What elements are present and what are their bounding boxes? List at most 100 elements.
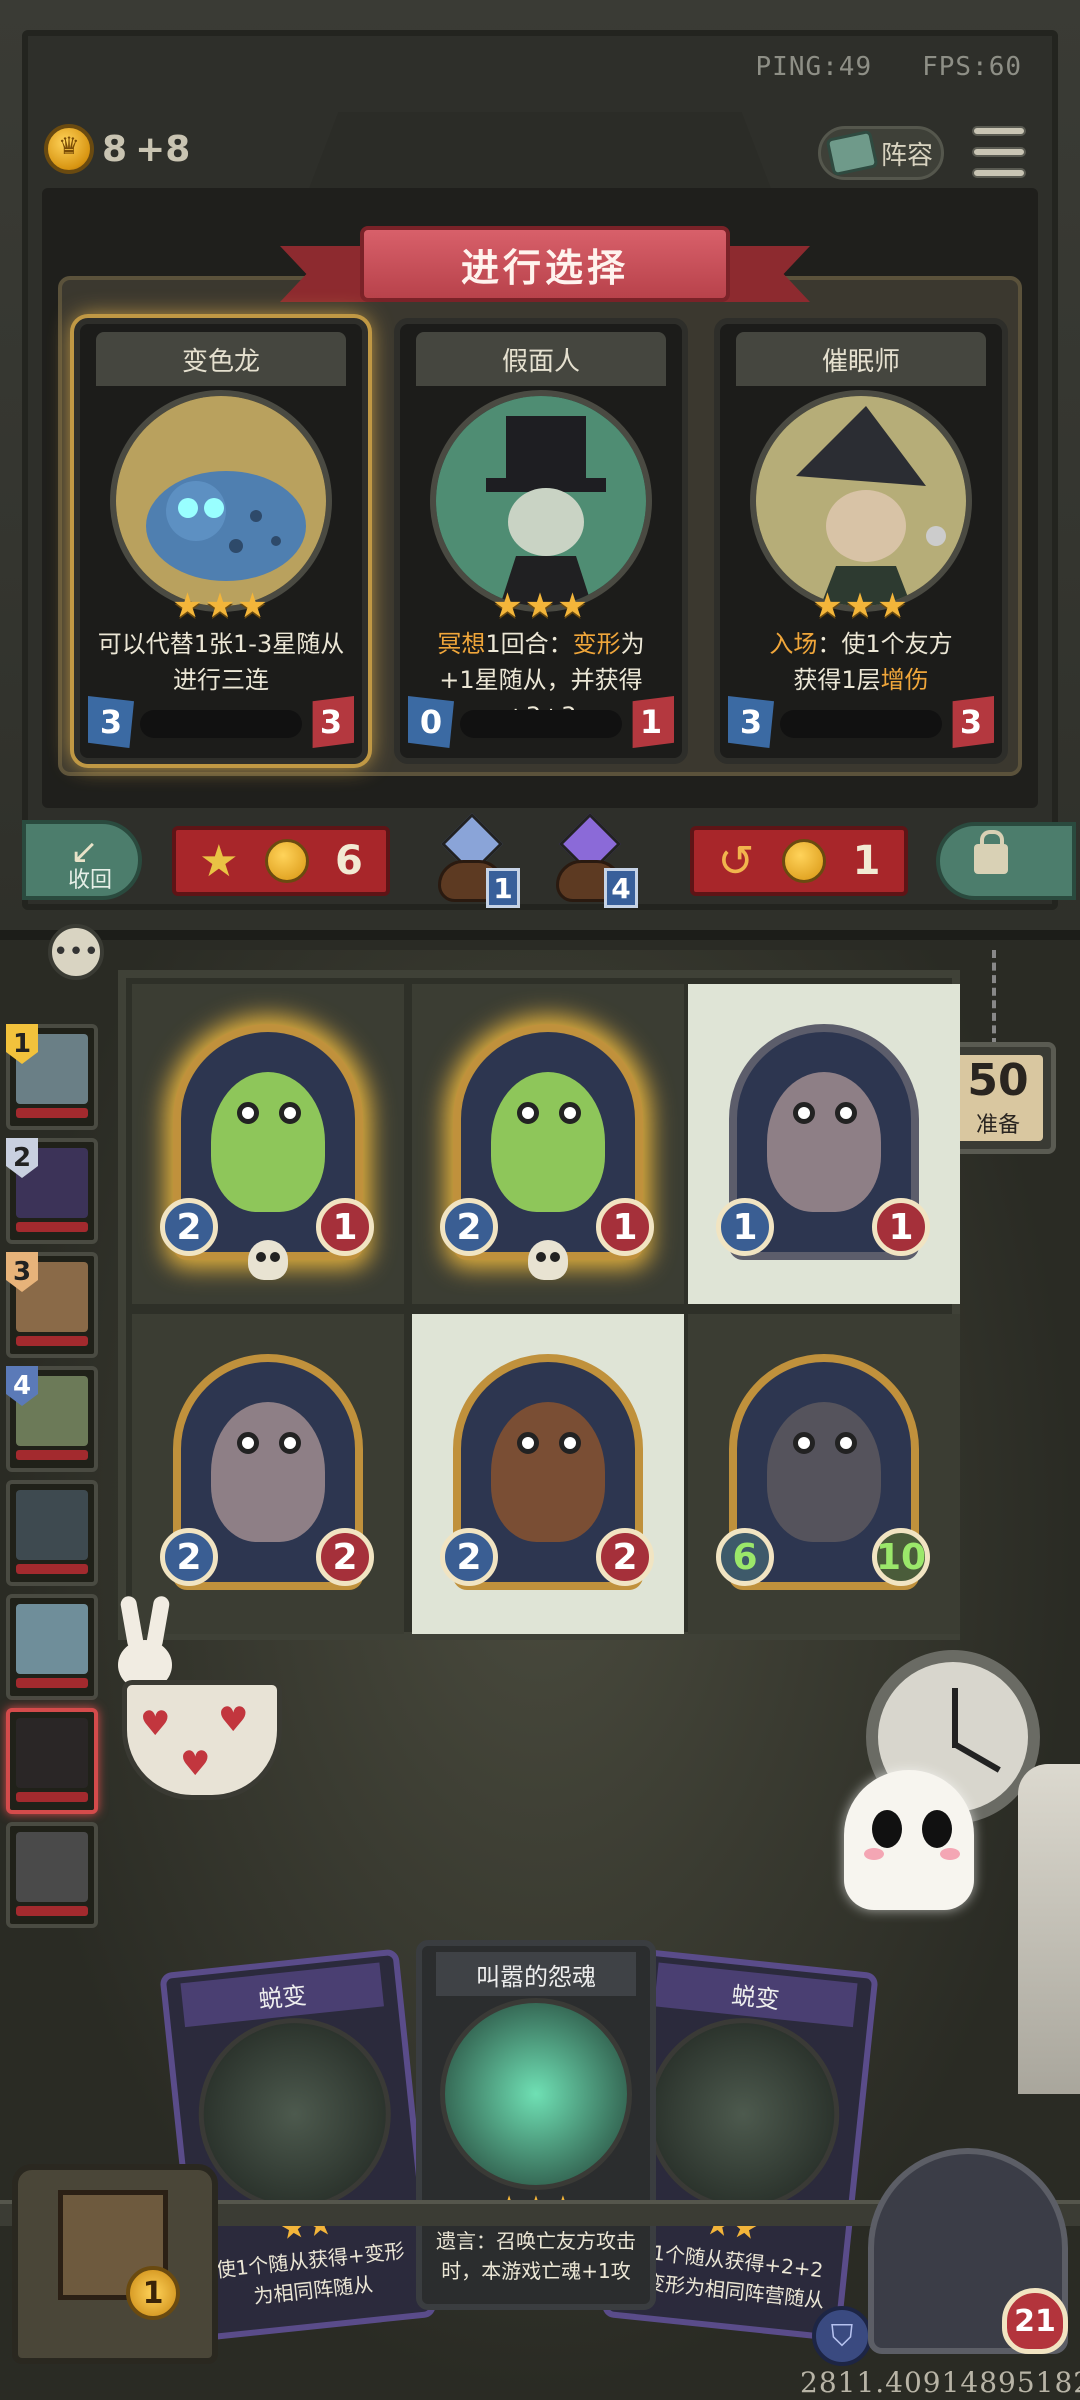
offer-card-chameleon[interactable]: 变色龙 ★★★ 可以代替1张1-3星随从进行三连 3 3 (74, 318, 368, 764)
chat-bubble-icon: ••• (52, 937, 99, 967)
cocoon-portrait (637, 2008, 849, 2220)
card-name: 叫嚣的怨魂 (436, 1952, 636, 1996)
avatar (16, 1718, 88, 1788)
player-slot[interactable] (6, 1594, 98, 1700)
card-attack: 0 (408, 696, 454, 748)
minion-health: 1 (596, 1198, 654, 1256)
lock-shop-button[interactable] (936, 822, 1076, 900)
hypnotist-portrait (750, 390, 972, 612)
board-slot[interactable]: 6 10 (688, 1314, 960, 1634)
minion-health: 2 (316, 1528, 374, 1586)
network-stats: PING:49 FPS:60 (756, 52, 1022, 82)
coin-icon (781, 839, 826, 883)
coordinate-readout: 2811.40914895182 (800, 2366, 1080, 2399)
coin-icon (264, 839, 309, 883)
card-name: 假面人 (416, 332, 666, 386)
card-stars: ★★★ (812, 586, 910, 626)
treasury-button[interactable]: 1 (12, 2164, 218, 2364)
minion-attack: 2 (440, 1528, 498, 1586)
board-slot[interactable]: 2 1 (412, 984, 684, 1304)
book-icon (825, 129, 879, 177)
card-name: 蜕变 (654, 1962, 858, 2028)
timer-label: 准备 (975, 1113, 1020, 1138)
minion-attack: 2 (160, 1528, 218, 1586)
timer-seconds: 50 (967, 1055, 1029, 1106)
card-name: 变色龙 (96, 332, 346, 386)
player-list: 1 2 3 4 (0, 1024, 104, 1928)
player-slot[interactable]: 3 (6, 1252, 98, 1358)
card-attack: 3 (728, 696, 774, 748)
purple-gem-bag[interactable]: 4 (550, 812, 650, 910)
avatar (16, 1832, 88, 1902)
refresh-button[interactable]: ↺ 1 (690, 826, 908, 896)
lineup-label: 阵容 (881, 140, 934, 171)
skull-icon (528, 1240, 568, 1280)
card-stars: ★★★ (172, 586, 270, 626)
masked-man-portrait (430, 390, 652, 612)
upgrade-cost: 6 (335, 838, 363, 884)
teacup-decoration: ♥ ♥ ♥ (122, 1680, 302, 1820)
fps-readout: FPS:60 (922, 52, 1022, 82)
shop-action-row: ↙ 收回 ★ 6 1 4 ↺ 1 (0, 812, 1080, 910)
card-health: 1 (632, 696, 674, 748)
minion-health: 2 (596, 1528, 654, 1586)
board-slot[interactable]: 1 1 (688, 984, 960, 1304)
spirit-portrait (440, 1998, 632, 2190)
offer-card-hypnotist[interactable]: 催眠师 ★★★ 入场：使1个友方 获得1层增伤 3 3 (714, 318, 1008, 764)
board-slot[interactable]: 2 2 (132, 1314, 404, 1634)
gold-income: +8 (135, 128, 191, 170)
minion-attack: 1 (716, 1198, 774, 1256)
refresh-icon: ↺ (717, 835, 755, 887)
minion-grid: 2 1 2 1 1 1 2 2 2 2 6 10 (118, 970, 960, 1640)
gold-coin-icon (44, 124, 94, 174)
recall-label: 收回 (68, 868, 113, 893)
player-slot[interactable] (6, 1822, 98, 1928)
player-slot[interactable]: 2 (6, 1138, 98, 1244)
offer-card-masked-man[interactable]: 假面人 ★★★ 冥想1回合：变形为 +1星随从，并获得+3+3 0 1 (394, 318, 688, 764)
card-attack: 3 (88, 696, 134, 748)
card-health: 3 (312, 696, 354, 748)
menu-icon[interactable] (972, 126, 1026, 178)
avatar (16, 1604, 88, 1674)
avatar (16, 1490, 88, 1560)
minion-attack: 2 (160, 1198, 218, 1256)
treasury-count: 1 (126, 2266, 180, 2320)
board-slot[interactable]: 2 1 (132, 984, 404, 1304)
shield-icon[interactable]: ⛉ (812, 2306, 872, 2366)
chain-decoration (992, 950, 1006, 1046)
minion-health: 10 (872, 1528, 930, 1586)
shop-panel: PING:49 FPS:60 8 +8 阵容 进行选择 变色龙 (0, 0, 1080, 940)
minion-health: 1 (316, 1198, 374, 1256)
purple-gem-count: 4 (604, 868, 638, 908)
cocoon-portrait (189, 2008, 401, 2220)
skull-icon (248, 1240, 288, 1280)
chat-button[interactable]: ••• (48, 924, 104, 980)
player-slot[interactable]: 4 (6, 1366, 98, 1472)
choose-title: 进行选择 (360, 226, 730, 302)
card-stars: ★★★ (492, 586, 590, 626)
player-slot-self[interactable] (6, 1708, 98, 1814)
board-slot[interactable]: 2 2 (412, 1314, 684, 1634)
refresh-cost: 1 (852, 838, 881, 884)
ghost-emote[interactable] (836, 1770, 982, 1916)
star-up-icon: ★ (199, 835, 239, 887)
choose-banner: 进行选择 (280, 226, 810, 310)
gold-amount: 8 (102, 128, 128, 170)
blue-gem-bag[interactable]: 1 (432, 812, 532, 910)
ping-readout: PING:49 (755, 52, 873, 82)
minion-health: 1 (872, 1198, 930, 1256)
card-health: 3 (952, 696, 994, 748)
player-slot[interactable]: 1 (6, 1024, 98, 1130)
chameleon-portrait (110, 390, 332, 612)
player-slot[interactable] (6, 1480, 98, 1586)
hero-portrait[interactable]: 21 (868, 2148, 1068, 2354)
gold-counter: 8 +8 (44, 124, 190, 174)
recall-button[interactable]: ↙ 收回 (22, 820, 142, 900)
upgrade-tavern-button[interactable]: ★ 6 (172, 826, 390, 896)
blue-gem-count: 1 (486, 868, 520, 908)
hero-health: 21 (1002, 2288, 1068, 2354)
minion-attack: 6 (716, 1528, 774, 1586)
lock-icon (974, 830, 1008, 874)
lineup-button[interactable]: 阵容 (818, 126, 944, 180)
minion-attack: 2 (440, 1198, 498, 1256)
